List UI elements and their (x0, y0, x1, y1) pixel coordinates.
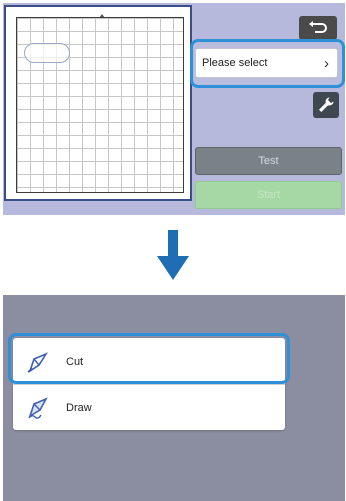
return-arrow-icon (309, 21, 327, 33)
menu-item-draw[interactable]: Draw (13, 386, 285, 430)
menu-item-label: Draw (66, 402, 92, 414)
test-button[interactable]: Test (195, 147, 342, 175)
pen-tool-icon (28, 397, 48, 419)
down-arrow-icon (157, 230, 189, 280)
cloud-shape-outline (24, 43, 70, 63)
cutting-mat-preview (6, 7, 190, 199)
cut-highlight-outline (8, 333, 290, 384)
chevron-right-icon: › (324, 54, 329, 72)
menu-divider (13, 384, 285, 385)
start-button[interactable]: Start (195, 181, 342, 209)
settings-button[interactable] (313, 92, 339, 118)
test-button-label: Test (258, 155, 279, 167)
back-button[interactable] (299, 16, 337, 40)
tool-select-button[interactable]: Please select › (195, 48, 338, 78)
tool-select-label: Please select (202, 57, 268, 69)
wrench-icon (319, 97, 334, 112)
start-button-label: Start (256, 189, 281, 201)
